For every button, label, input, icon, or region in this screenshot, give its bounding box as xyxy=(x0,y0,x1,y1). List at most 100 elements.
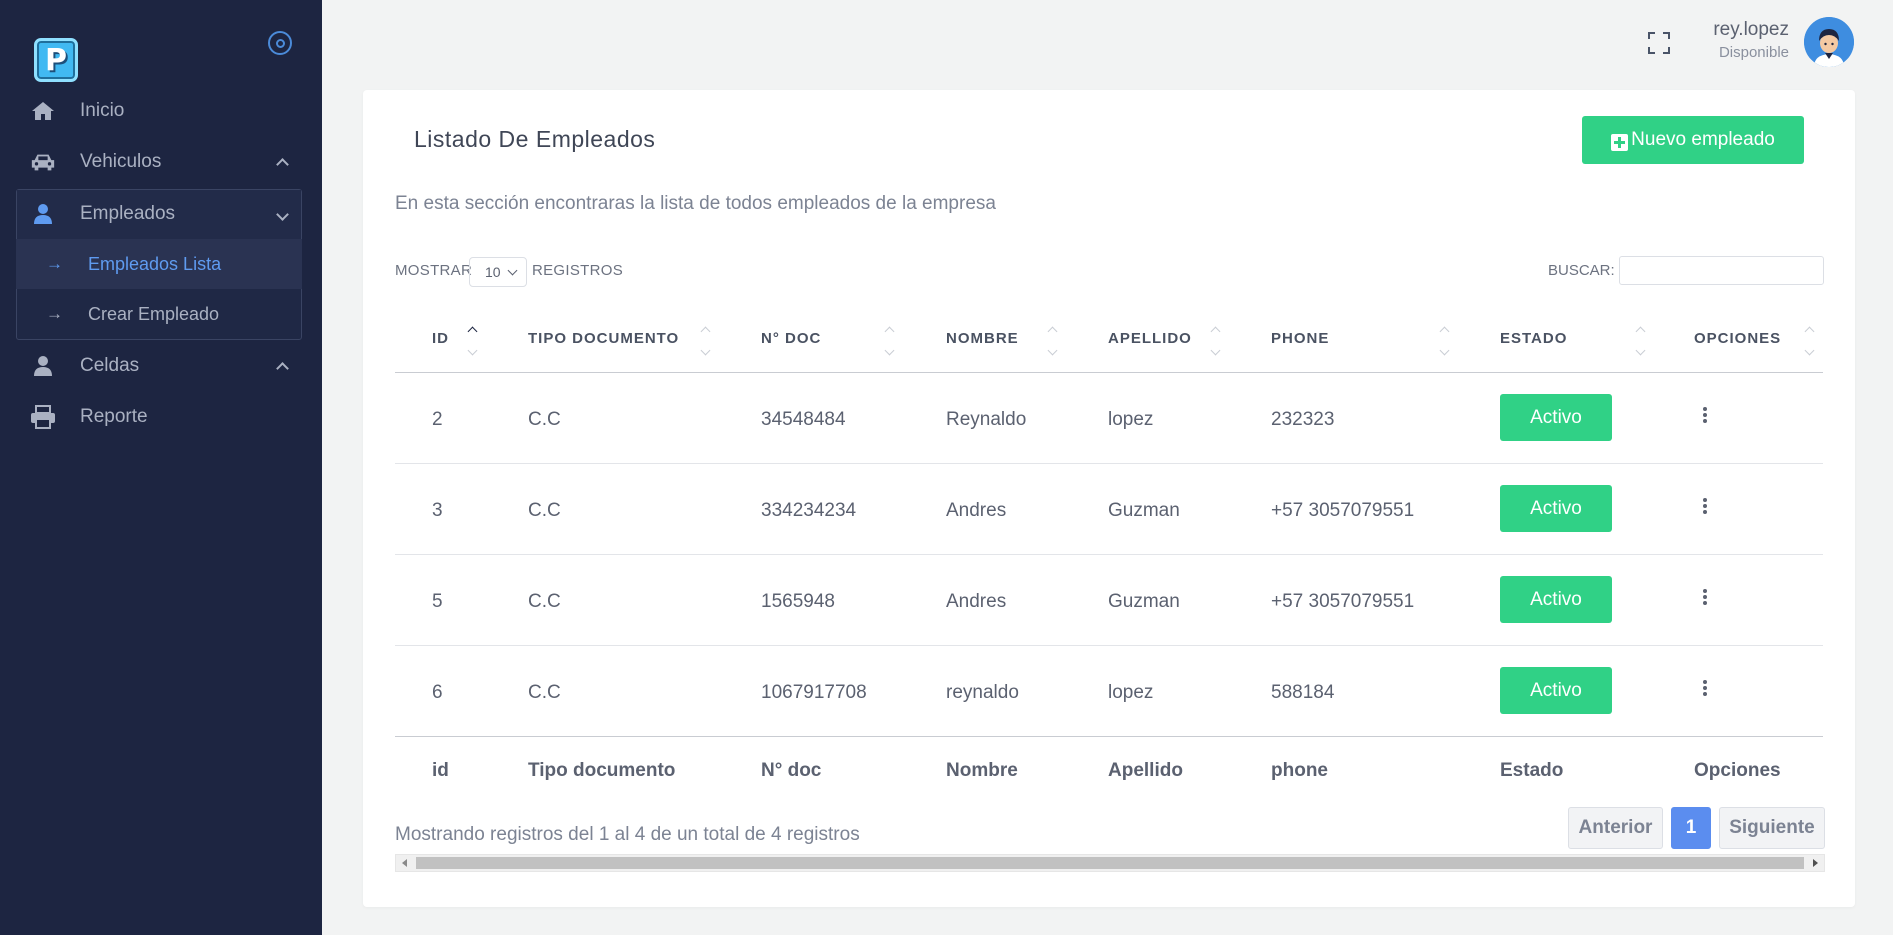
footer-estado: Estado xyxy=(1500,760,1564,781)
cell-phone: +57 3057079551 xyxy=(1271,500,1415,521)
chevron-down-icon xyxy=(507,265,518,276)
row-divider xyxy=(395,463,1823,464)
scrollbar-thumb[interactable] xyxy=(416,857,1804,869)
arrow-right-icon: → xyxy=(46,304,63,323)
sidebar-item-label: Inicio xyxy=(80,100,125,121)
cell-apellido: Guzman xyxy=(1108,591,1180,612)
cell-tipo: C.C xyxy=(528,409,561,430)
column-header-id[interactable]: ID xyxy=(432,330,449,347)
records-label: REGISTROS xyxy=(532,262,624,279)
submenu-item-label: Empleados Lista xyxy=(88,253,222,274)
column-header-phone[interactable]: PHONE xyxy=(1271,330,1329,347)
footer-opciones: Opciones xyxy=(1694,760,1781,781)
sort-icon[interactable] xyxy=(1047,326,1059,360)
sort-icon[interactable] xyxy=(1210,326,1222,360)
prev-page-button[interactable]: Anterior xyxy=(1568,807,1663,849)
sort-icon[interactable] xyxy=(1635,326,1647,360)
column-header-apellido[interactable]: APELLIDO xyxy=(1108,330,1192,347)
cell-id: 2 xyxy=(432,409,443,430)
status-badge[interactable]: Activo xyxy=(1500,576,1612,623)
sort-icon[interactable] xyxy=(1439,326,1451,360)
column-header-estado[interactable]: ESTADO xyxy=(1500,330,1567,347)
status-badge[interactable]: Activo xyxy=(1500,394,1612,441)
app-logo[interactable]: P xyxy=(34,38,78,82)
page-title: Listado De Empleados xyxy=(414,126,656,152)
cell-tipo: C.C xyxy=(528,500,561,521)
more-options-icon[interactable] xyxy=(1703,407,1709,427)
footer-nombre: Nombre xyxy=(946,760,1018,781)
page-1-button[interactable]: 1 xyxy=(1671,807,1711,849)
cell-doc: 334234234 xyxy=(761,500,857,521)
cell-doc: 1565948 xyxy=(761,591,835,612)
sidebar: P Inicio Vehiculos Empleados → Empleados… xyxy=(0,0,322,935)
cell-nombre: Reynaldo xyxy=(946,409,1027,430)
sidebar-item-celdas[interactable]: Celdas xyxy=(0,341,322,391)
footer-phone: phone xyxy=(1271,760,1328,781)
next-page-button[interactable]: Siguiente xyxy=(1719,807,1825,849)
sidebar-toggle-icon[interactable] xyxy=(268,31,292,55)
more-options-icon[interactable] xyxy=(1703,680,1709,700)
header-divider xyxy=(395,372,1823,373)
show-label: MOSTRAR xyxy=(395,262,473,279)
cell-phone: +57 3057079551 xyxy=(1271,591,1415,612)
submenu-item-label: Crear Empleado xyxy=(88,303,220,324)
sort-icon[interactable] xyxy=(1804,326,1816,360)
cell-apellido: lopez xyxy=(1108,682,1154,703)
sidebar-item-label: Vehiculos xyxy=(80,151,162,172)
column-header-n-doc[interactable]: N° DOC xyxy=(761,330,821,347)
chevron-up-icon xyxy=(276,360,288,372)
sidebar-item-empleados[interactable]: Empleados xyxy=(0,189,322,239)
cell-tipo: C.C xyxy=(528,682,561,703)
cell-phone: 232323 xyxy=(1271,409,1335,430)
arrow-right-icon: → xyxy=(46,254,63,273)
more-options-icon[interactable] xyxy=(1703,589,1709,609)
footer-id: id xyxy=(432,760,449,781)
status-badge[interactable]: Activo xyxy=(1500,667,1612,714)
cell-doc: 34548484 xyxy=(761,409,846,430)
new-employee-button[interactable]: Nuevo empleado xyxy=(1582,116,1804,164)
row-divider xyxy=(395,645,1823,646)
page-description: En esta sección encontraras la lista de … xyxy=(395,193,996,214)
sort-icon[interactable] xyxy=(700,326,712,360)
scroll-right-icon[interactable] xyxy=(1813,859,1818,867)
printer-icon xyxy=(30,405,56,429)
fullscreen-icon[interactable] xyxy=(1648,32,1670,54)
cell-doc: 1067917708 xyxy=(761,682,867,703)
cell-tipo: C.C xyxy=(528,591,561,612)
cell-apellido: lopez xyxy=(1108,409,1154,430)
cell-id: 6 xyxy=(432,682,443,703)
page-size-select[interactable]: 10 xyxy=(469,257,527,287)
table-info: Mostrando registros del 1 al 4 de un tot… xyxy=(395,824,860,845)
sort-icon[interactable] xyxy=(884,326,896,360)
employees-card: Listado De Empleados Nuevo empleado En e… xyxy=(363,90,1855,907)
more-options-icon[interactable] xyxy=(1703,498,1709,518)
chevron-up-icon xyxy=(276,156,288,168)
sidebar-item-inicio[interactable]: Inicio xyxy=(0,86,322,136)
submenu-item-crear-empleado[interactable]: → Crear Empleado xyxy=(16,289,302,339)
cell-id: 5 xyxy=(432,591,443,612)
column-header-tipo-documento[interactable]: TIPO DOCUMENTO xyxy=(528,330,679,347)
footer-divider xyxy=(395,736,1823,737)
page-size-value: 10 xyxy=(485,264,501,280)
horizontal-scrollbar[interactable] xyxy=(395,854,1825,872)
footer-tipo-documento: Tipo documento xyxy=(528,760,676,781)
cell-id: 3 xyxy=(432,500,443,521)
column-header-nombre[interactable]: NOMBRE xyxy=(946,330,1019,347)
sidebar-item-reporte[interactable]: Reporte xyxy=(0,392,322,442)
submenu-item-empleados-lista[interactable]: → Empleados Lista xyxy=(16,239,302,289)
avatar[interactable] xyxy=(1804,17,1854,67)
search-label: BUSCAR: xyxy=(1548,262,1615,279)
column-header-opciones[interactable]: OPCIONES xyxy=(1694,330,1781,347)
user-icon xyxy=(30,202,56,226)
home-icon xyxy=(30,99,56,123)
scroll-left-icon[interactable] xyxy=(402,859,407,867)
cell-nombre: Andres xyxy=(946,591,1007,612)
user-name[interactable]: rey.lopez xyxy=(1713,19,1789,41)
user-status: Disponible xyxy=(1718,44,1789,61)
search-input[interactable] xyxy=(1619,256,1824,285)
sidebar-item-vehiculos[interactable]: Vehiculos xyxy=(0,137,322,187)
cell-nombre: Andres xyxy=(946,500,1007,521)
car-icon xyxy=(30,150,56,174)
status-badge[interactable]: Activo xyxy=(1500,485,1612,532)
sort-asc-icon[interactable] xyxy=(467,326,479,360)
